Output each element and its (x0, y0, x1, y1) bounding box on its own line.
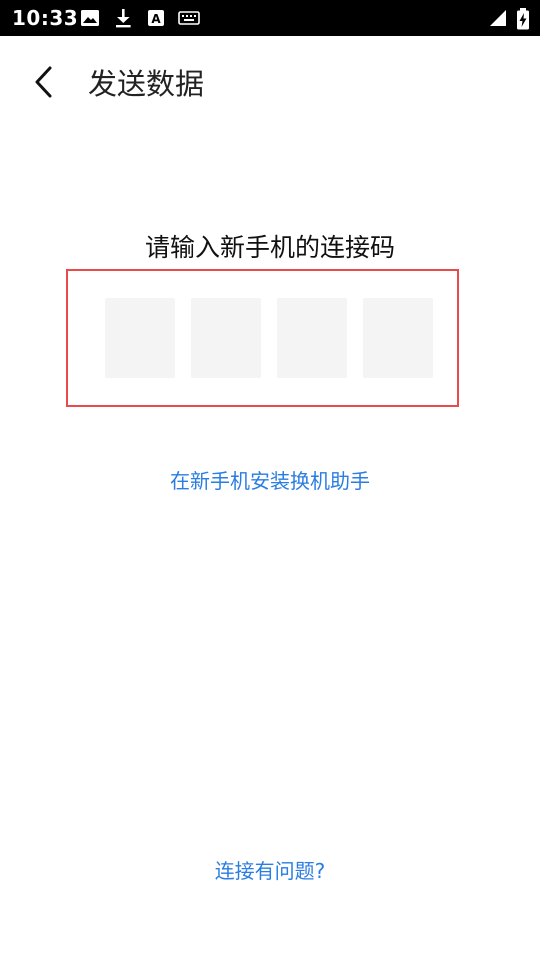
font-a-icon: A (146, 8, 166, 28)
chevron-left-icon (35, 66, 52, 98)
back-button[interactable] (20, 58, 68, 106)
download-icon (113, 8, 133, 28)
connection-help-link[interactable]: 连接有问题? (0, 856, 540, 886)
code-digit-box-1[interactable] (105, 298, 175, 378)
image-icon (80, 8, 100, 28)
page-title: 发送数据 (88, 67, 205, 101)
code-digit-box-2[interactable] (191, 298, 261, 378)
status-time: 10:33 (12, 6, 79, 30)
connection-code-prompt: 请输入新手机的连接码 (144, 233, 395, 262)
app-bar: 发送数据 (0, 36, 540, 132)
svg-text:A: A (151, 12, 161, 26)
signal-icon (488, 8, 508, 28)
code-digit-box-4[interactable] (363, 298, 433, 378)
connection-code-input (66, 269, 459, 407)
status-bar: 10:33 A (0, 0, 540, 36)
battery-charging-icon (516, 8, 530, 30)
install-assistant-link[interactable]: 在新手机安装换机助手 (0, 466, 540, 496)
code-digit-box-3[interactable] (277, 298, 347, 378)
keyboard-icon (178, 8, 200, 28)
